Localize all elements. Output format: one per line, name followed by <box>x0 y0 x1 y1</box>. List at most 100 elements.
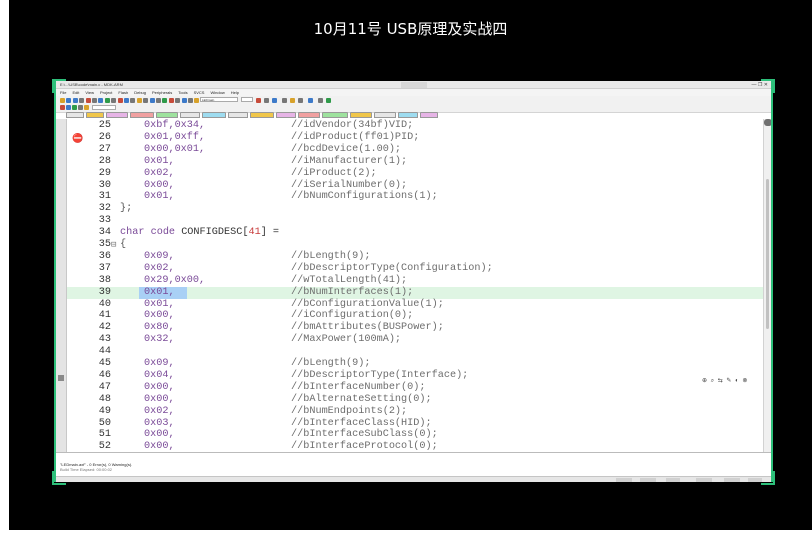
code-line[interactable]: 31 0x01, //bNumConfigurations(1); <box>67 191 763 203</box>
code-line[interactable]: 43 0x32, //MaxPower(100mA); <box>67 334 763 346</box>
toolbar-button-icon[interactable] <box>326 98 331 103</box>
code-line[interactable]: 40 0x01, //bConfigurationValue(1); <box>67 299 763 311</box>
toolbar-button-icon[interactable] <box>272 98 277 103</box>
menu-item[interactable]: Project <box>100 90 112 95</box>
toolbar-button-icon[interactable] <box>143 98 149 103</box>
code-line[interactable]: 50 0x03, //bInterfaceClass(HID); <box>67 418 763 430</box>
vertical-scrollbar[interactable] <box>763 119 771 452</box>
code-line[interactable]: 29 0x02, //iProduct(2); <box>67 168 763 180</box>
code-line[interactable]: 47 0x00, //bInterfaceNumber(0); <box>67 382 763 394</box>
toolbar-button-icon[interactable] <box>156 98 161 103</box>
toolbar-button-icon[interactable] <box>282 98 287 103</box>
code-line[interactable]: 49 0x02, //bNumEndpoints(2); <box>67 406 763 418</box>
toolbar-button-icon[interactable] <box>104 98 110 103</box>
line-number: 34 <box>98 227 111 239</box>
menu-item[interactable]: Help <box>231 90 239 95</box>
file-tab[interactable] <box>228 112 248 118</box>
file-tab[interactable] <box>156 112 178 118</box>
build-button-icon[interactable] <box>84 105 89 110</box>
menu-item[interactable]: Flash <box>118 90 128 95</box>
file-tab[interactable] <box>420 112 438 118</box>
code-line[interactable]: 34 char code CONFIGDESC[41] = <box>67 227 763 239</box>
toolbar-button-icon[interactable] <box>98 98 104 103</box>
toolbar-button-icon[interactable] <box>92 98 97 103</box>
toolbar-button-icon[interactable] <box>117 98 123 103</box>
toolbar-button-icon[interactable] <box>188 98 193 103</box>
code-line[interactable]: 45 0x09, //bLength(9); <box>67 358 763 370</box>
toolbar-button-icon[interactable] <box>130 98 136 103</box>
code-line[interactable]: 28 0x01, //iManufacturer(1); <box>67 156 763 168</box>
file-tab[interactable] <box>66 112 84 118</box>
target-options-select[interactable] <box>92 105 116 110</box>
code-line[interactable]: 51 0x00, //bInterfaceSubClass(0); <box>67 429 763 441</box>
toolbar-button-icon[interactable] <box>290 98 295 103</box>
code-line[interactable]: 32}; <box>67 203 763 215</box>
code-line[interactable]: 37 0x02, //bDescriptorType(Configuration); <box>67 263 763 275</box>
code-line[interactable]: 44 <box>67 346 763 358</box>
toolbar-button-icon[interactable] <box>162 98 168 103</box>
menu-item[interactable]: Tools <box>178 90 187 95</box>
code-line[interactable]: 48 0x00, //bAlternateSetting(0); <box>67 394 763 406</box>
editor-mini-toolbar[interactable]: ⊕ ⌕ ⇆ ✎ ◐ ⊗ <box>702 377 762 386</box>
build-button-icon[interactable] <box>60 105 65 110</box>
toolbar-button-icon[interactable] <box>66 98 72 103</box>
code-line[interactable]: 46 0x04, //bDescriptorType(Interface); <box>67 370 763 382</box>
code-line[interactable]: 25 0xbf,0x34, //idVendor(34bf)VID; <box>67 120 763 132</box>
code-line[interactable]: ⛔ 26 0x01,0xff,//idProduct(ff01)PID; <box>67 132 763 144</box>
toolbar-button-icon[interactable] <box>318 98 323 103</box>
left-gutter <box>56 119 67 452</box>
menu-item[interactable]: SVCS <box>194 90 205 95</box>
toolbar-button-icon[interactable] <box>298 98 303 103</box>
toolbar-dropdown[interactable] <box>241 97 253 102</box>
toolbar-button-icon[interactable] <box>256 98 261 103</box>
toolbar-button-icon[interactable] <box>124 98 129 103</box>
toolbar-button-icon[interactable] <box>308 98 313 103</box>
file-tab[interactable] <box>322 112 348 118</box>
code-editor[interactable]: 25 0xbf,0x34,//idVendor(34bf)VID; ⛔ 26 0x01,… <box>67 119 763 452</box>
file-tab[interactable] <box>202 112 226 118</box>
file-tab[interactable] <box>106 112 128 118</box>
code-line[interactable]: 38 0x29,0x00, //wTotalLength(41); <box>67 275 763 287</box>
code-line[interactable]: 41 0x00, //iConfiguration(0); <box>67 310 763 322</box>
toolbar-button-icon[interactable] <box>72 98 78 103</box>
toolbar-button-icon[interactable] <box>168 98 174 103</box>
toolbar-button-icon[interactable] <box>79 98 85 103</box>
toolbar-button-icon[interactable] <box>60 98 65 103</box>
code-line[interactable]: 33 <box>67 215 763 227</box>
toolbar-button-icon[interactable] <box>149 98 155 103</box>
target-select[interactable]: LEDmain <box>200 97 238 102</box>
code-line[interactable]: 42 0x80, //bmAttributes(BUSPower); <box>67 322 763 334</box>
file-tab[interactable] <box>250 112 274 118</box>
scroll-up-button[interactable] <box>764 119 771 126</box>
build-button-icon[interactable] <box>66 105 71 110</box>
file-tab[interactable] <box>350 112 372 118</box>
toolbar-button-icon[interactable] <box>181 98 187 103</box>
menu-item[interactable]: Edit <box>72 90 79 95</box>
build-button-icon[interactable] <box>72 105 77 110</box>
file-tab[interactable] <box>180 112 200 118</box>
file-tab[interactable] <box>130 112 154 118</box>
file-tab[interactable] <box>298 112 320 118</box>
scrollbar-thumb[interactable] <box>766 179 769 329</box>
code-line[interactable]: 30 0x00, //iSerialNumber(0); <box>67 180 763 192</box>
code-line[interactable]: 27 0x00,0x01, //bcdDevice(1.00); <box>67 144 763 156</box>
code-line[interactable]: 35 ⊟ { <box>67 239 763 251</box>
code-line[interactable]: 39 0x01, //bNumInterfaces(1); <box>67 286 763 299</box>
toolbar-button-icon[interactable] <box>111 98 117 103</box>
toolbar-button-icon[interactable] <box>175 98 181 103</box>
fold-toggle-icon[interactable]: ⊟ <box>111 239 116 251</box>
menu-item[interactable]: Debug <box>134 90 146 95</box>
file-tab[interactable] <box>86 112 104 118</box>
toolbar-button-icon[interactable] <box>85 98 91 103</box>
file-tab[interactable] <box>398 112 418 118</box>
file-tab[interactable] <box>374 112 396 118</box>
build-button-icon[interactable] <box>78 105 83 110</box>
toolbar-button-icon[interactable] <box>194 98 200 103</box>
toolbar-button-icon[interactable] <box>264 98 269 103</box>
code-line[interactable]: 36 0x09, //bLength(9); <box>67 251 763 263</box>
menu-item[interactable]: View <box>85 90 94 95</box>
file-tab[interactable] <box>276 112 296 118</box>
menu-item[interactable]: Peripherals <box>152 90 172 95</box>
menu-item[interactable]: Window <box>210 90 224 95</box>
toolbar-button-icon[interactable] <box>136 98 142 103</box>
